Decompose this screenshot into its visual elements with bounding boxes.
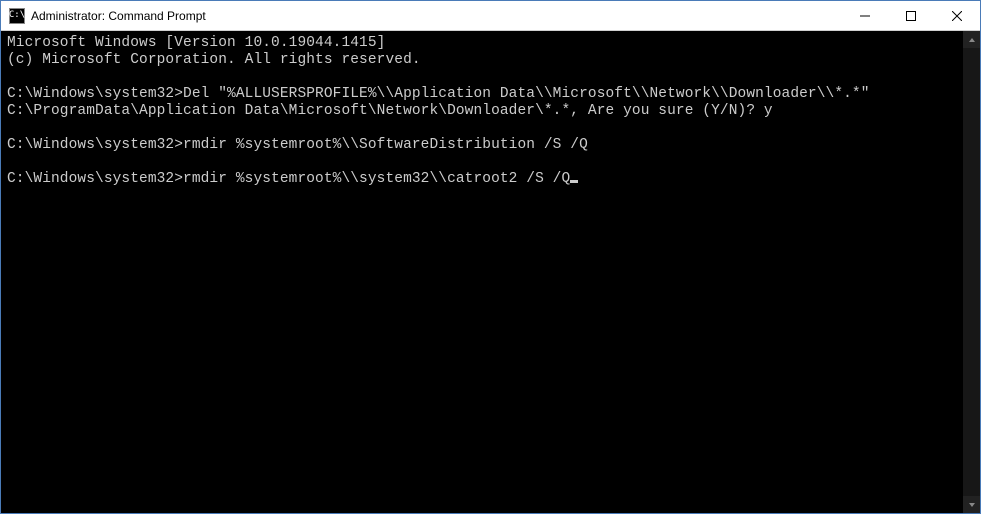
chevron-down-icon: [968, 501, 976, 509]
terminal-line: C:\Windows\system32>rmdir %systemroot%\\…: [7, 171, 570, 187]
close-button[interactable]: [934, 1, 980, 30]
vertical-scrollbar[interactable]: [963, 31, 980, 513]
chevron-up-icon: [968, 36, 976, 44]
close-icon: [952, 11, 962, 21]
maximize-button[interactable]: [888, 1, 934, 30]
terminal-line: C:\Windows\system32>Del "%ALLUSERSPROFIL…: [7, 86, 870, 102]
scroll-up-button[interactable]: [963, 31, 980, 48]
minimize-button[interactable]: [842, 1, 888, 30]
app-icon-text: C:\: [9, 11, 25, 20]
minimize-icon: [860, 11, 870, 21]
scroll-track[interactable]: [963, 48, 980, 496]
terminal-cursor: [570, 180, 578, 183]
terminal-line: C:\Windows\system32>rmdir %systemroot%\\…: [7, 137, 588, 153]
app-icon: C:\: [9, 8, 25, 24]
scroll-down-button[interactable]: [963, 496, 980, 513]
terminal-line: (c) Microsoft Corporation. All rights re…: [7, 52, 421, 68]
command-prompt-window: C:\ Administrator: Command Prompt Micros…: [0, 0, 981, 514]
terminal-area: Microsoft Windows [Version 10.0.19044.14…: [1, 31, 980, 513]
terminal-output[interactable]: Microsoft Windows [Version 10.0.19044.14…: [1, 31, 963, 513]
maximize-icon: [906, 11, 916, 21]
window-controls: [842, 1, 980, 30]
terminal-line: C:\ProgramData\Application Data\Microsof…: [7, 103, 773, 119]
window-title: Administrator: Command Prompt: [31, 9, 842, 23]
terminal-line: Microsoft Windows [Version 10.0.19044.14…: [7, 35, 385, 51]
titlebar[interactable]: C:\ Administrator: Command Prompt: [1, 1, 980, 31]
